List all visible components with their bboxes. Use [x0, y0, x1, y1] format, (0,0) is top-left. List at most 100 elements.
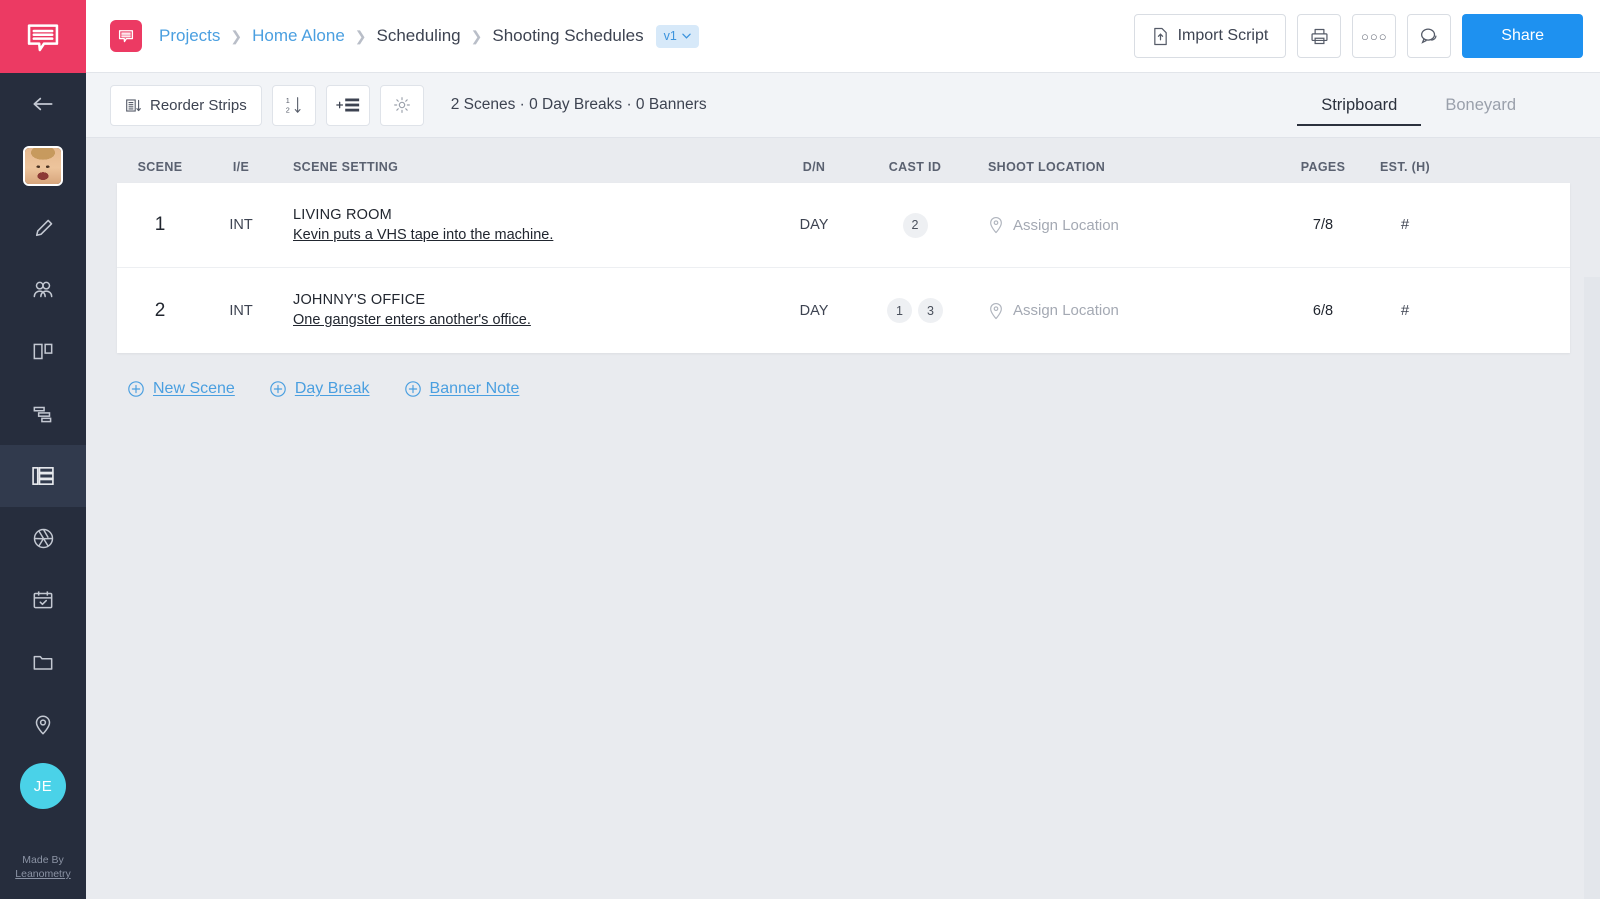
- table-row[interactable]: 1 INT LIVING ROOM Kevin puts a VHS tape …: [117, 183, 1570, 268]
- scene-description[interactable]: Kevin puts a VHS tape into the machine.: [293, 227, 553, 243]
- board-icon[interactable]: [0, 321, 86, 383]
- aperture-icon[interactable]: [0, 507, 86, 569]
- more-options-button[interactable]: ○○○: [1352, 14, 1397, 58]
- add-banner-note-label: Banner Note: [429, 380, 520, 397]
- board-glyph: [33, 343, 53, 360]
- pin-glyph: [35, 715, 51, 735]
- version-selector[interactable]: v1: [655, 24, 699, 48]
- import-script-button[interactable]: Import Script: [1133, 14, 1287, 58]
- vertical-scrollbar[interactable]: [1584, 277, 1600, 899]
- pencil-icon[interactable]: [0, 197, 86, 259]
- back-arrow-glyph: [33, 97, 53, 111]
- sub-toolbar: Reorder Strips 1 2 2 Scenes · 0 Day Brea…: [86, 73, 1600, 138]
- cell-dn[interactable]: DAY: [769, 302, 859, 320]
- back-arrow-icon[interactable]: [0, 73, 86, 135]
- app-logo[interactable]: [0, 0, 86, 73]
- folder-glyph: [33, 655, 53, 670]
- cell-scene-number: 1: [117, 214, 203, 236]
- made-by-line1: Made By: [22, 854, 64, 866]
- cell-cast-id[interactable]: 2: [859, 212, 971, 238]
- comments-button[interactable]: [1407, 14, 1452, 58]
- main-inner: SCENE I/E SCENE SETTING D/N CAST ID SHOO…: [86, 138, 1600, 899]
- breadcrumb-projects[interactable]: Projects: [159, 26, 220, 46]
- cell-ie[interactable]: INT: [203, 302, 279, 320]
- reorder-strips-label: Reorder Strips: [150, 96, 247, 114]
- add-banner-note[interactable]: Banner Note: [404, 380, 520, 398]
- cell-pages[interactable]: 7/8: [1281, 216, 1365, 234]
- cell-dn[interactable]: DAY: [769, 216, 859, 234]
- cast-badge-group: 2: [859, 212, 971, 238]
- cell-pages[interactable]: 6/8: [1281, 302, 1365, 320]
- assign-location-button[interactable]: Assign Location: [988, 302, 1281, 320]
- share-button[interactable]: Share: [1462, 14, 1583, 58]
- folder-icon[interactable]: [0, 631, 86, 693]
- assign-location-button[interactable]: Assign Location: [988, 216, 1281, 234]
- pin-icon[interactable]: [0, 693, 86, 755]
- stripboard-icon: [32, 467, 54, 485]
- people-icon[interactable]: [0, 259, 86, 321]
- header-cast-id: CAST ID: [888, 160, 942, 174]
- cell-est-hours[interactable]: #: [1365, 216, 1445, 234]
- calendar-glyph: [33, 591, 53, 609]
- calendar-check-icon[interactable]: [0, 569, 86, 631]
- cell-cast-id[interactable]: 1 3: [859, 298, 971, 323]
- cell-shoot-location[interactable]: Assign Location: [971, 216, 1281, 234]
- breadcrumb-page: Shooting Schedules: [492, 26, 644, 45]
- tab-boneyard[interactable]: Boneyard: [1421, 73, 1540, 138]
- speech-bubble-logo-icon: [27, 23, 59, 51]
- reorder-strips-button[interactable]: Reorder Strips: [110, 84, 262, 126]
- user-avatar-initials[interactable]: JE: [0, 755, 86, 817]
- cell-scene-number: 2: [117, 300, 203, 322]
- share-label: Share: [1501, 27, 1544, 44]
- header-pages: PAGES: [1300, 160, 1346, 174]
- cell-est-hours[interactable]: #: [1365, 302, 1445, 320]
- tab-stripboard[interactable]: Stripboard: [1297, 73, 1422, 138]
- add-day-break[interactable]: Day Break: [269, 380, 370, 398]
- svg-text:2: 2: [286, 105, 290, 114]
- sort-numeric-icon: 1 2: [286, 96, 301, 114]
- project-logo-badge[interactable]: [110, 20, 142, 52]
- tab-stripboard-label: Stripboard: [1321, 95, 1398, 114]
- speech-bubble-icon: [118, 30, 134, 43]
- cast-badge: 2: [902, 212, 928, 238]
- scene-number: 2: [154, 299, 166, 321]
- add-strip-button[interactable]: [325, 84, 370, 126]
- gantt-icon[interactable]: [0, 383, 86, 445]
- cell-scene-setting[interactable]: JOHNNY'S OFFICE One gangster enters anot…: [279, 292, 769, 329]
- made-by-credit: Made By Leanometry: [0, 853, 86, 881]
- breadcrumb-section[interactable]: Scheduling: [377, 26, 461, 46]
- sidebar-item-stripboard[interactable]: [0, 445, 86, 507]
- cell-shoot-location[interactable]: Assign Location: [971, 302, 1281, 320]
- breadcrumb-project[interactable]: Home Alone: [252, 26, 345, 46]
- scene-description[interactable]: One gangster enters another's office.: [293, 312, 531, 328]
- sort-button[interactable]: 1 2: [271, 84, 316, 126]
- header-scene-setting: SCENE SETTING: [293, 160, 399, 174]
- cell-scene-setting[interactable]: LIVING ROOM Kevin puts a VHS tape into t…: [279, 207, 769, 244]
- top-actions: Import Script ○○○ Share: [1133, 14, 1583, 58]
- svg-text:1: 1: [286, 96, 290, 105]
- more-dots-icon: ○○○: [1361, 28, 1388, 44]
- project-avatar[interactable]: [0, 135, 86, 197]
- header-est-hours: EST. (H): [1379, 160, 1431, 174]
- gantt-glyph: [33, 406, 52, 423]
- print-button[interactable]: [1297, 14, 1342, 58]
- scene-title: LIVING ROOM: [293, 206, 392, 223]
- avatar: [23, 146, 63, 186]
- settings-button[interactable]: [379, 84, 424, 126]
- add-day-break-label: Day Break: [294, 380, 370, 397]
- left-rail: JE Made By Leanometry: [0, 0, 86, 899]
- add-new-scene[interactable]: New Scene: [127, 380, 235, 398]
- chevron-down-icon: [682, 33, 691, 39]
- header-ie: I/E: [232, 160, 250, 174]
- pencil-glyph: [35, 219, 52, 236]
- import-file-icon: [1153, 27, 1167, 45]
- top-bar: Projects ❯ Home Alone ❯ Scheduling ❯ Sho…: [86, 0, 1600, 73]
- cell-ie[interactable]: INT: [203, 216, 279, 234]
- gear-icon: [393, 97, 410, 113]
- plus-circle-icon: [270, 381, 286, 397]
- table-row[interactable]: 2 INT JOHNNY'S OFFICE One gangster enter…: [117, 268, 1570, 353]
- view-tabs: Stripboard Boneyard: [1297, 73, 1600, 138]
- made-by-line2[interactable]: Leanometry: [15, 868, 70, 880]
- cast-badge: 3: [918, 298, 943, 323]
- est-value: #: [1400, 301, 1410, 319]
